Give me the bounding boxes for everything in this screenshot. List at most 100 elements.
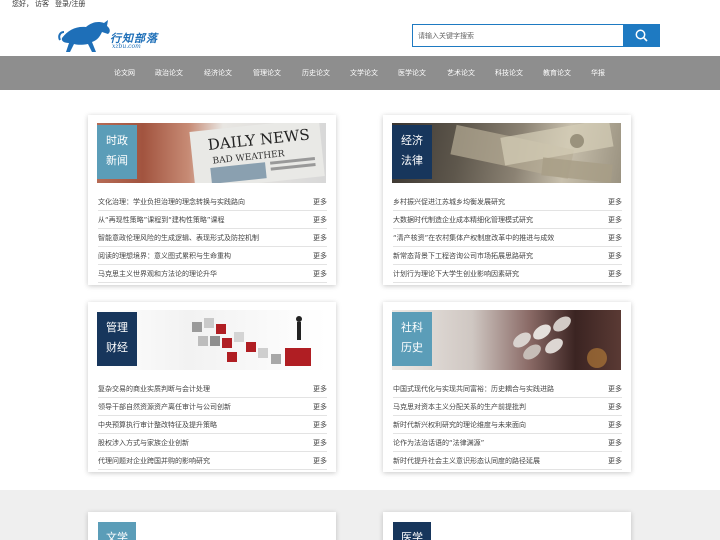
more-link[interactable]: 更多 [608,215,622,225]
nav-item-huabao[interactable]: 华报 [591,68,605,78]
article-link[interactable]: 文化治理：学业负担治理的理念转换与实践路向 [98,197,245,207]
category-tag-line1: 时政 [106,134,128,147]
article-link[interactable]: 论作为法治话语的“法律渊源” [393,438,484,448]
article-link[interactable]: 阅读的理想境界：意义图式累积与生命重构 [98,251,231,261]
lower-section-band: 文学 医学 [0,490,720,540]
horse-logo-icon [58,20,110,52]
category-card-management: 管理 财经 复杂交易的商业实质判断与会计处理 更多 领导干部自然资源资产离任审计与… [88,302,336,472]
nav-item-education[interactable]: 教育论文 [543,68,571,78]
list-item: 新时代新兴权利研究的理论维度与未来面向 更多 [393,416,622,434]
article-link[interactable]: 新时代提升社会主义意识形态认同度的路径延展 [393,456,540,466]
category-tag-line1: 管理 [106,321,128,334]
nav-item-lunwen[interactable]: 论文网 [114,68,135,78]
list-item: “清产核资”在农村集体产权制度改革中的推进与成效 更多 [393,229,622,247]
nav-item-politics[interactable]: 政治论文 [155,68,183,78]
list-item: 智能意政伦理风险的生成逻辑、表现形式及防控机制 更多 [98,229,327,247]
more-link[interactable]: 更多 [608,269,622,279]
more-link[interactable]: 更多 [313,456,327,466]
top-bar: 您好， 访客 登录/注册 [0,0,720,10]
search-input[interactable] [413,25,623,46]
more-link[interactable]: 更多 [313,197,327,207]
search-box [412,24,660,47]
list-item: 新时代提升社会主义意识形态认同度的路径延展 更多 [393,452,622,470]
nav-item-management[interactable]: 管理论文 [253,68,281,78]
search-button[interactable] [623,24,660,47]
more-link[interactable]: 更多 [608,384,622,394]
article-link[interactable]: 领导干部自然资源资产离任审计与公司创新 [98,402,231,412]
article-list: 中国式现代化与实现共同富裕：历史耦合与实践进路 更多 马克思对资本主义分配关系的生… [393,380,622,470]
more-link[interactable]: 更多 [608,420,622,430]
list-item: 中国式现代化与实现共同富裕：历史耦合与实践进路 更多 [393,380,622,398]
category-tag-politics[interactable]: 时政 新闻 [97,125,137,179]
category-tag-literature[interactable]: 文学 [98,522,136,540]
search-icon [635,29,648,42]
article-link[interactable]: 股权涉入方式与家族企业创新 [98,438,189,448]
nav-item-medicine[interactable]: 医学论文 [398,68,426,78]
category-card-economy: 经济 法律 乡村振兴促进江苏城乡均衡发展研究 更多 大数据时代制造企业成本精细化管… [383,115,631,285]
more-link[interactable]: 更多 [313,251,327,261]
more-link[interactable]: 更多 [608,197,622,207]
list-item: 文化治理：学业负担治理的理念转换与实践路向 更多 [98,193,327,211]
logo-domain: xzbu.com [112,43,141,50]
category-tag-management[interactable]: 管理 财经 [97,312,137,366]
nav-item-economy[interactable]: 经济论文 [204,68,232,78]
category-tag-line2: 新闻 [106,154,128,167]
more-link[interactable]: 更多 [313,402,327,412]
category-tag-line2: 法律 [401,154,423,167]
nav-item-literature[interactable]: 文学论文 [350,68,378,78]
article-list: 乡村振兴促进江苏城乡均衡发展研究 更多 大数据时代制造企业成本精细化管理模式研究更… [393,193,622,283]
list-item: 复杂交易的商业实质判断与会计处理 更多 [98,380,327,398]
more-link[interactable]: 更多 [608,402,622,412]
list-item: 计划行为理论下大学生创业影响因素研究 更多 [393,265,622,283]
more-link[interactable]: 更多 [313,420,327,430]
more-link[interactable]: 更多 [313,233,327,243]
article-link[interactable]: 代理问题对企业跨国并购的影响研究 [98,456,210,466]
more-link[interactable]: 更多 [313,384,327,394]
article-link[interactable]: 复杂交易的商业实质判断与会计处理 [98,384,210,394]
category-card-politics: DAILY NEWS BAD WEATHER 时政 新闻 文化治理：学业负担治理… [88,115,336,285]
article-link[interactable]: 计划行为理论下大学生创业影响因素研究 [393,269,519,279]
article-link[interactable]: 马克思主义世界观和方法论的理论升华 [98,269,217,279]
category-tag-medicine[interactable]: 医学 [393,522,431,540]
list-item: 代理问题对企业跨国并购的影响研究 更多 [98,452,327,470]
main-nav: 论文网 政治论文 经济论文 管理论文 历史论文 文学论文 医学论文 艺术论文 科… [0,56,720,90]
article-link[interactable]: 新时代新兴权利研究的理论维度与未来面向 [393,420,526,430]
more-link[interactable]: 更多 [608,233,622,243]
more-link[interactable]: 更多 [608,438,622,448]
category-tag-social-science[interactable]: 社科 历史 [392,312,432,366]
article-link[interactable]: 智能意政伦理风险的生成逻辑、表现形式及防控机制 [98,233,259,243]
category-card-literature: 文学 [88,512,336,540]
list-item: 股权涉入方式与家族企业创新 更多 [98,434,327,452]
more-link[interactable]: 更多 [313,215,327,225]
article-list: 复杂交易的商业实质判断与会计处理 更多 领导干部自然资源资产离任审计与公司创新 更多… [98,380,327,470]
more-link[interactable]: 更多 [313,438,327,448]
list-item: 从“再现性策略”课程到“建构性策略”课程 更多 [98,211,327,229]
more-link[interactable]: 更多 [608,456,622,466]
guest-text: 访客 [35,0,49,8]
nav-item-history[interactable]: 历史论文 [302,68,330,78]
list-item: 马克思对资本主义分配关系的生产前提批判 更多 [393,398,622,416]
more-link[interactable]: 更多 [313,269,327,279]
list-item: 领导干部自然资源资产离任审计与公司创新 更多 [98,398,327,416]
list-item: 乡村振兴促进江苏城乡均衡发展研究 更多 [393,193,622,211]
article-link[interactable]: 新常态背景下工程咨询公司市场拓展思路研究 [393,251,533,261]
article-link[interactable]: “清产核资”在农村集体产权制度改革中的推进与成效 [393,233,554,243]
list-item: 新常态背景下工程咨询公司市场拓展思路研究 更多 [393,247,622,265]
category-tag-line1: 社科 [401,321,423,334]
article-link[interactable]: 乡村振兴促进江苏城乡均衡发展研究 [393,197,505,207]
article-link[interactable]: 马克思对资本主义分配关系的生产前提批判 [393,402,526,412]
list-item: 马克思主义世界观和方法论的理论升华 更多 [98,265,327,283]
nav-item-tech[interactable]: 科技论文 [495,68,523,78]
article-link[interactable]: 从“再现性策略”课程到“建构性策略”课程 [98,215,225,225]
category-tag-line2: 财经 [106,341,128,354]
category-tag-economy[interactable]: 经济 法律 [392,125,432,179]
article-link[interactable]: 中国式现代化与实现共同富裕：历史耦合与实践进路 [393,384,554,394]
login-register-link[interactable]: 登录/注册 [55,0,85,9]
article-link[interactable]: 中央预算执行审计整改特征及提升策略 [98,420,217,430]
more-link[interactable]: 更多 [608,251,622,261]
list-item: 论作为法治话语的“法律渊源” 更多 [393,434,622,452]
article-link[interactable]: 大数据时代制造企业成本精细化管理模式研究 [393,215,533,225]
category-tag-line2: 历史 [401,341,423,354]
list-item: 中央预算执行审计整改特征及提升策略 更多 [98,416,327,434]
nav-item-art[interactable]: 艺术论文 [447,68,475,78]
